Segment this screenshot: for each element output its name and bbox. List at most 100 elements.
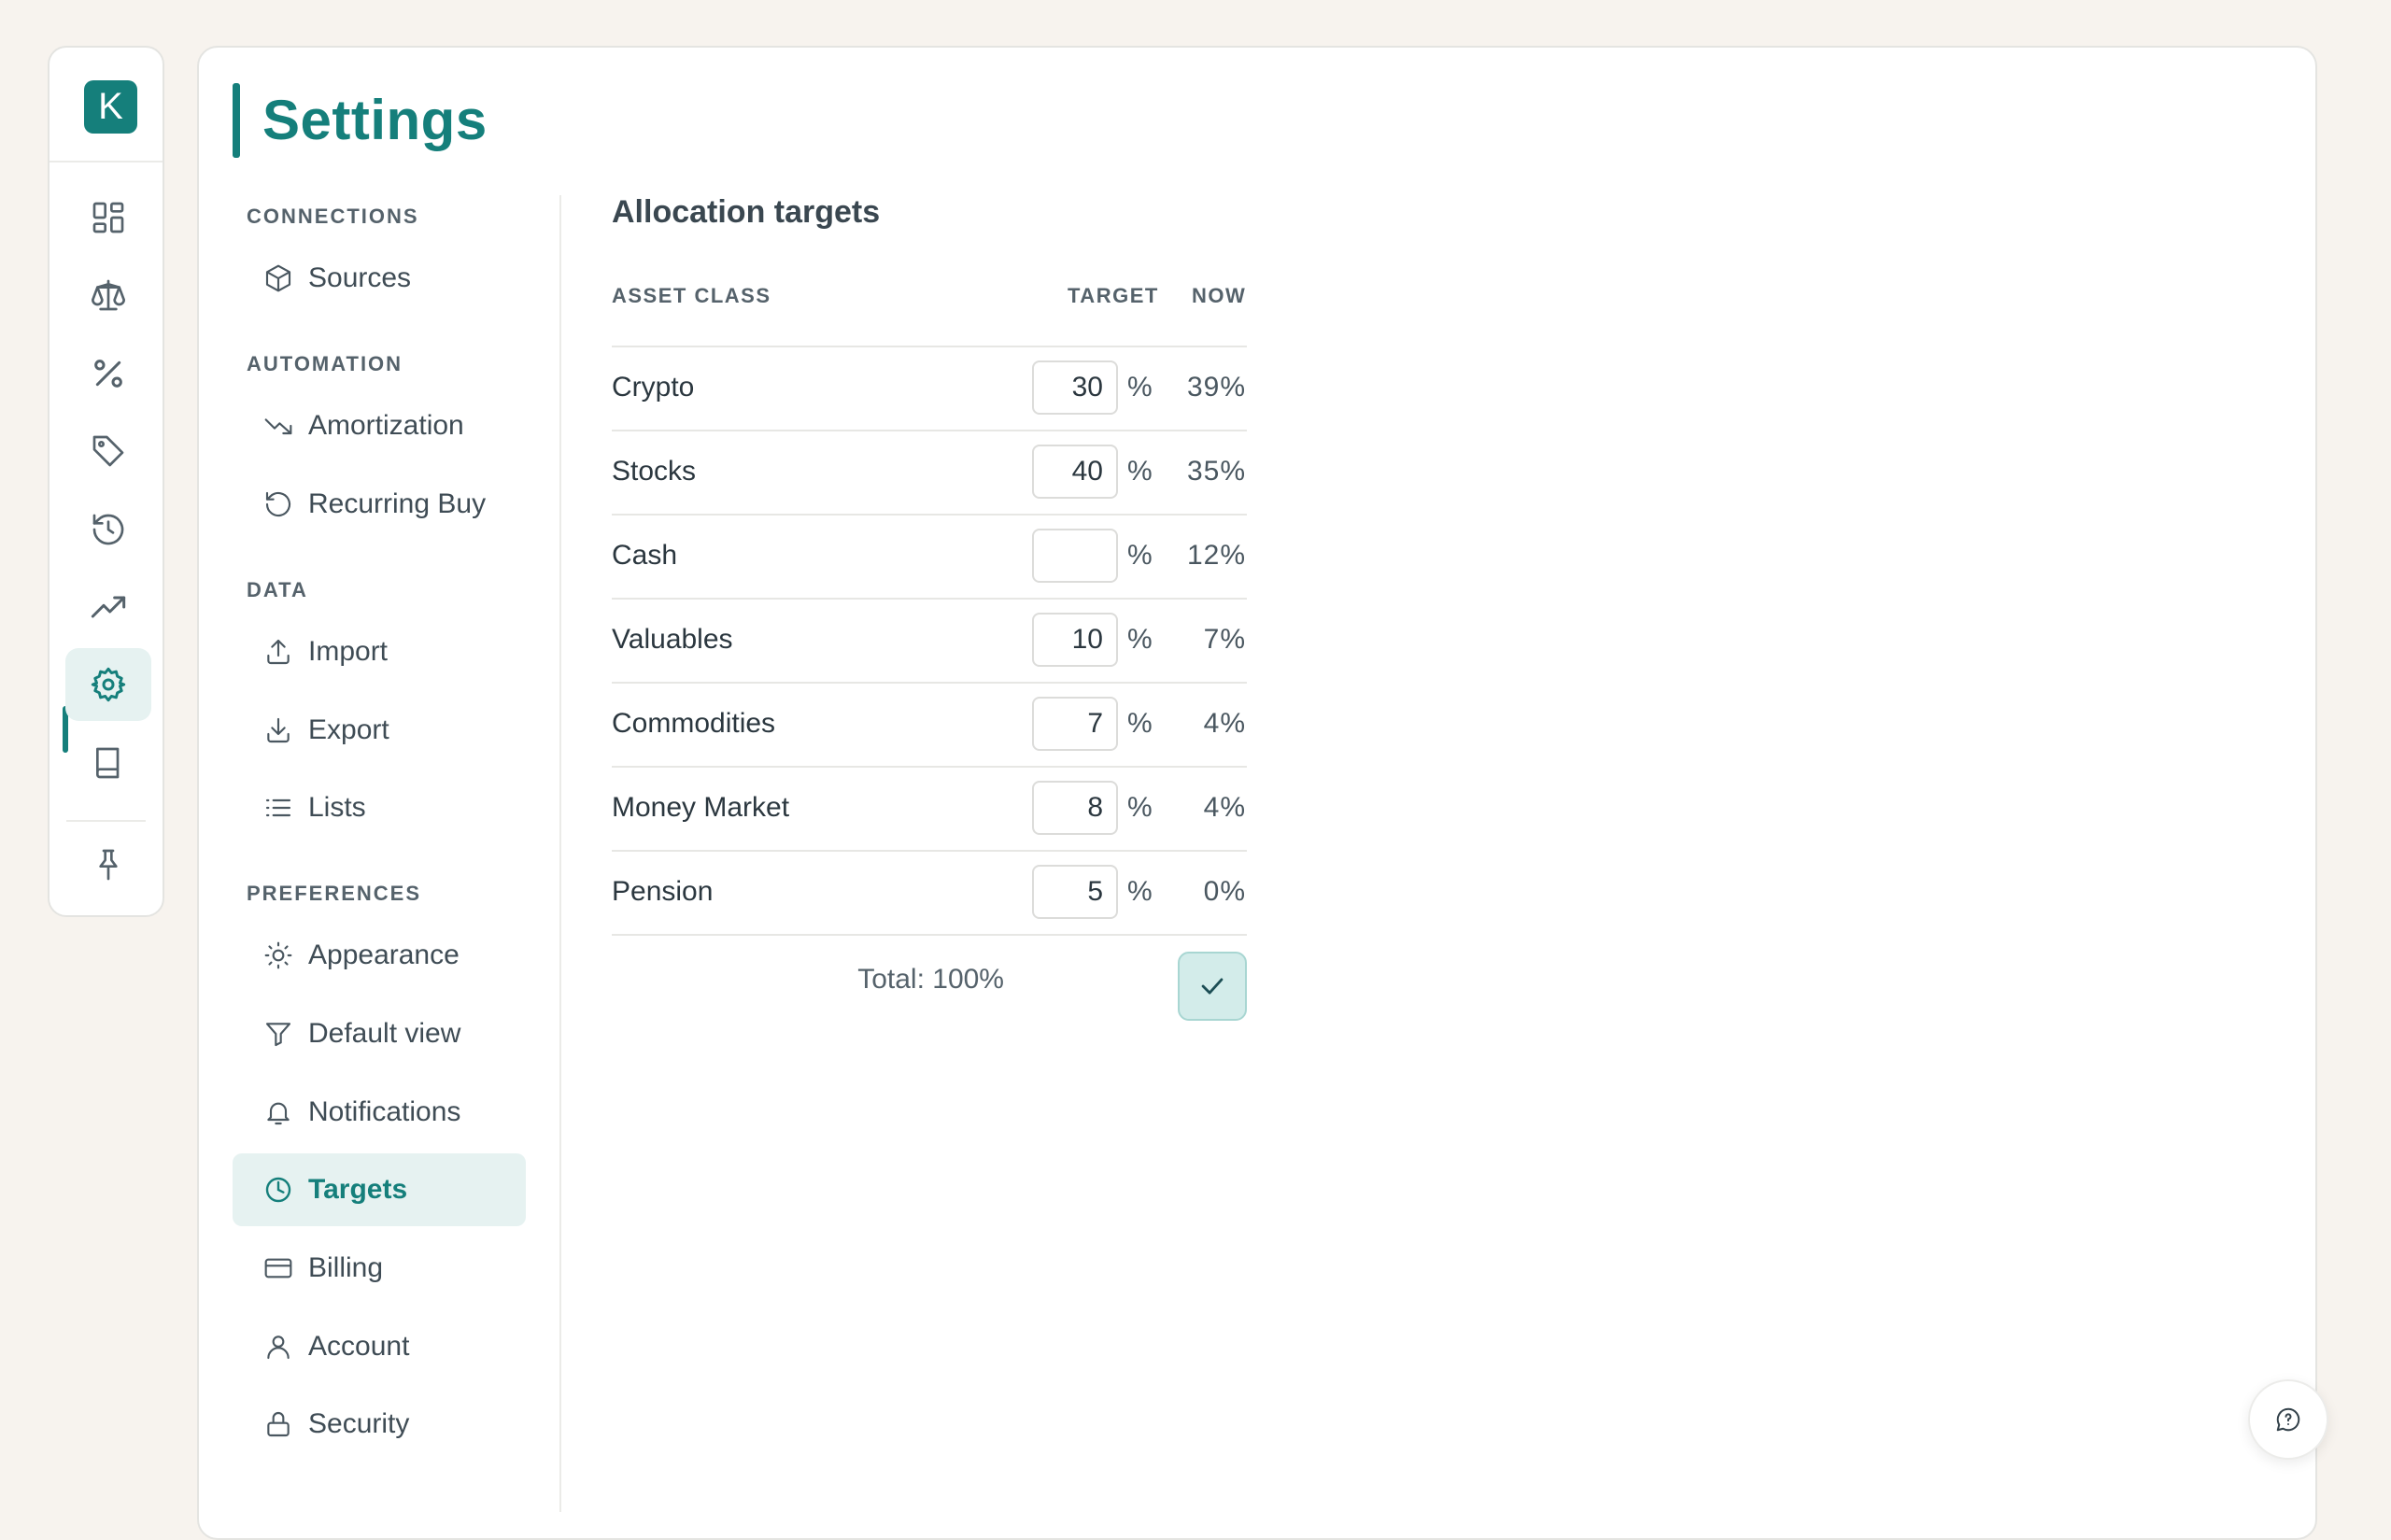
rail-divider: [66, 820, 146, 822]
panel-title: Allocation targets: [612, 194, 881, 230]
target-input[interactable]: [1032, 360, 1118, 415]
percent-sign: %: [1127, 624, 1153, 655]
nav-item-lists[interactable]: Lists: [233, 771, 526, 844]
logo-letter: K: [98, 86, 123, 127]
asset-class-label: Valuables: [612, 624, 733, 655]
trend-up-icon[interactable]: [65, 571, 151, 643]
target-input[interactable]: [1032, 613, 1118, 667]
row-divider: [612, 598, 1247, 600]
page-title: Settings: [262, 89, 488, 151]
section-data: DATA: [247, 578, 308, 601]
nav-item-recurring-buy[interactable]: Recurring Buy: [233, 468, 526, 541]
row-divider: [612, 346, 1247, 347]
percent-sign: %: [1127, 540, 1153, 571]
row-divider: [612, 766, 1247, 768]
asset-class-label: Stocks: [612, 456, 697, 487]
bell-icon: [263, 1097, 293, 1127]
save-button[interactable]: [1178, 952, 1247, 1021]
history-icon[interactable]: [65, 493, 151, 566]
nav-label: Targets: [308, 1174, 408, 1205]
target-input[interactable]: [1032, 697, 1118, 751]
row-divider: [612, 514, 1247, 516]
total-label: Total: 100%: [857, 964, 1004, 995]
book-icon[interactable]: [65, 727, 151, 799]
nav-item-amortization[interactable]: Amortization: [233, 389, 526, 462]
asset-class-label: Pension: [612, 876, 714, 907]
nav-label: Notifications: [308, 1096, 461, 1127]
current-allocation: 4%: [1203, 792, 1246, 823]
nav-item-targets[interactable]: Targets: [233, 1153, 526, 1226]
nav-label: Appearance: [308, 940, 460, 970]
percent-sign: %: [1127, 456, 1153, 487]
filter-icon: [263, 1019, 293, 1049]
percent-sign: %: [1127, 708, 1153, 739]
section-automation: AUTOMATION: [247, 352, 403, 375]
section-connections: CONNECTIONS: [247, 205, 419, 228]
lock-icon: [263, 1409, 293, 1439]
icon-rail: K: [48, 46, 164, 917]
nav-item-import[interactable]: Import: [233, 615, 526, 688]
rotate-icon: [263, 489, 293, 519]
title-accent-bar: [233, 83, 240, 158]
target-input[interactable]: [1032, 529, 1118, 583]
nav-item-billing[interactable]: Billing: [233, 1232, 526, 1305]
tag-icon[interactable]: [65, 415, 151, 487]
nav-item-appearance[interactable]: Appearance: [233, 919, 526, 992]
nav-item-account[interactable]: Account: [233, 1310, 526, 1383]
credit-card-icon: [263, 1253, 293, 1283]
trend-down-icon: [263, 411, 293, 441]
header-now: NOW: [1192, 284, 1247, 307]
nav-item-default-view[interactable]: Default view: [233, 997, 526, 1070]
asset-class-label: Money Market: [612, 792, 790, 823]
nav-item-notifications[interactable]: Notifications: [233, 1076, 526, 1149]
row-divider: [612, 934, 1247, 936]
header-target: TARGET: [1068, 284, 1159, 307]
current-allocation: 35%: [1186, 456, 1246, 487]
nav-label: Account: [308, 1331, 410, 1362]
target-input[interactable]: [1032, 781, 1118, 835]
gear-icon[interactable]: [65, 648, 151, 721]
current-allocation: 7%: [1203, 624, 1246, 655]
download-icon: [263, 715, 293, 745]
nav-label: Sources: [308, 262, 412, 293]
nav-item-security[interactable]: Security: [233, 1388, 526, 1461]
percent-sign: %: [1127, 876, 1153, 907]
upload-icon: [263, 637, 293, 667]
nav-label: Default view: [308, 1018, 461, 1049]
check-icon: [1201, 978, 1224, 995]
clock-pie-icon: [263, 1175, 293, 1205]
section-preferences: PREFERENCES: [247, 882, 422, 905]
chat-help-icon: [2276, 1407, 2300, 1432]
target-input[interactable]: [1032, 445, 1118, 499]
scale-icon[interactable]: [65, 259, 151, 332]
cube-icon: [263, 263, 293, 293]
row-divider: [612, 430, 1247, 431]
current-allocation: 39%: [1186, 372, 1246, 403]
app-logo[interactable]: K: [84, 80, 137, 134]
current-allocation: 4%: [1203, 708, 1246, 739]
dashboard-icon[interactable]: [65, 181, 151, 254]
percent-sign: %: [1127, 792, 1153, 823]
nav-item-sources[interactable]: Sources: [233, 242, 526, 315]
nav-label: Lists: [308, 792, 366, 823]
nav-divider: [559, 195, 561, 1512]
percent-icon[interactable]: [65, 337, 151, 410]
help-chat-button[interactable]: [2248, 1379, 2328, 1460]
asset-class-label: Commodities: [612, 708, 776, 739]
nav-item-export[interactable]: Export: [233, 694, 526, 767]
current-allocation: 0%: [1203, 876, 1246, 907]
percent-sign: %: [1127, 372, 1153, 403]
current-allocation: 12%: [1186, 540, 1246, 571]
settings-card: Settings CONNECTIONS Sources AUTOMATION …: [197, 46, 2317, 1540]
pin-icon[interactable]: [65, 828, 151, 901]
nav-label: Export: [308, 714, 389, 745]
target-input[interactable]: [1032, 865, 1118, 919]
rail-divider: [50, 161, 163, 162]
asset-class-label: Cash: [612, 540, 678, 571]
row-divider: [612, 850, 1247, 852]
nav-label: Billing: [308, 1252, 384, 1283]
list-icon: [263, 793, 293, 823]
nav-label: Amortization: [308, 410, 464, 441]
nav-label: Recurring Buy: [308, 488, 487, 519]
user-icon: [263, 1332, 293, 1362]
